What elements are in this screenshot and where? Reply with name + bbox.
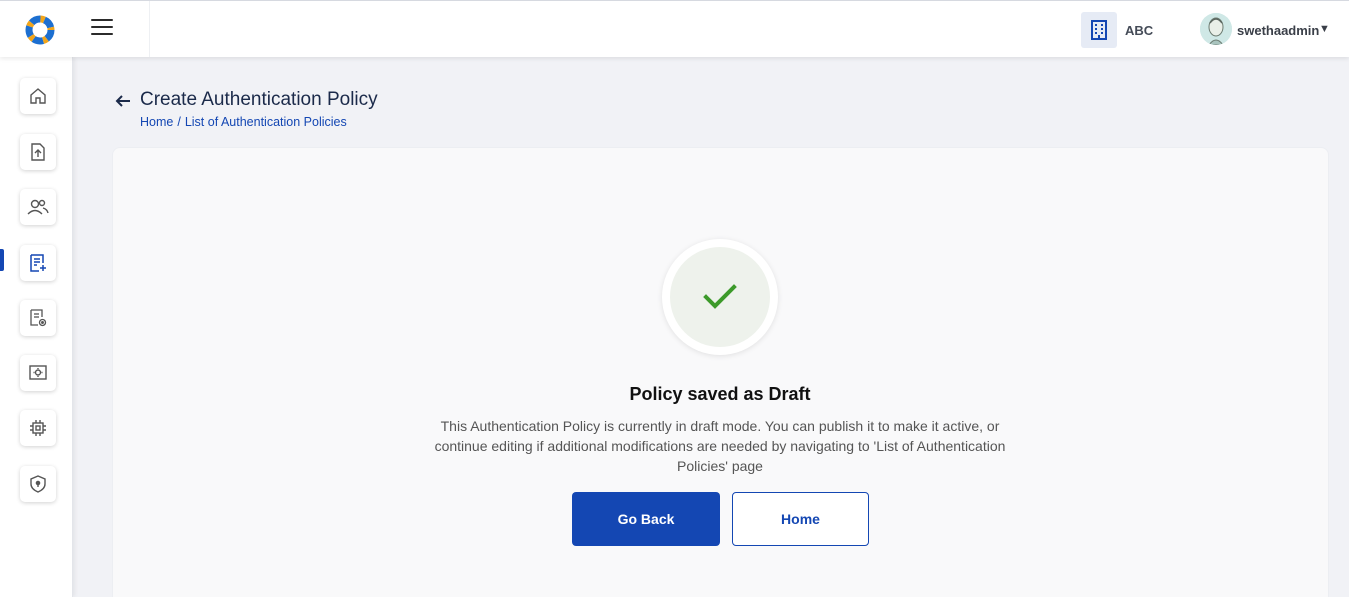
user-avatar[interactable]	[1200, 13, 1232, 45]
sidebar-item-screen-settings[interactable]	[20, 355, 56, 391]
app-logo[interactable]	[24, 14, 56, 46]
breadcrumb-policy-list[interactable]: List of Authentication Policies	[185, 115, 347, 129]
result-card	[112, 147, 1329, 597]
building-icon[interactable]	[1081, 12, 1117, 48]
chip-icon	[30, 420, 46, 436]
checkmark-icon	[703, 284, 737, 309]
active-indicator	[0, 249, 4, 271]
logo-area	[0, 1, 150, 57]
home-button[interactable]: Home	[732, 492, 869, 546]
screen-settings-icon	[29, 365, 47, 380]
policy-add-icon	[30, 254, 46, 272]
sidebar-item-home[interactable]	[20, 78, 56, 114]
breadcrumb-home[interactable]: Home	[140, 115, 173, 129]
policy-settings-icon	[30, 309, 47, 327]
success-indicator	[662, 239, 778, 355]
shield-lock-icon	[30, 475, 46, 493]
sidebar-item-security[interactable]	[20, 466, 56, 502]
breadcrumb: Home / List of Authentication Policies	[140, 115, 347, 129]
file-upload-icon	[31, 143, 45, 161]
result-title: Policy saved as Draft	[629, 384, 811, 404]
sidebar-item-users[interactable]	[20, 189, 56, 225]
sidebar-item-policy-add[interactable]	[20, 245, 56, 281]
users-icon	[27, 199, 49, 215]
home-icon	[30, 88, 46, 104]
sidebar	[0, 57, 73, 597]
top-header: ABC swethaadmin ▼	[0, 0, 1349, 57]
hamburger-menu-icon[interactable]	[91, 19, 113, 37]
back-arrow-icon[interactable]	[113, 91, 133, 111]
result-message: This Authentication Policy is currently …	[434, 418, 1006, 474]
org-name: ABC	[1125, 23, 1154, 38]
sidebar-item-chip[interactable]	[20, 410, 56, 446]
dropdown-caret-icon[interactable]: ▼	[1319, 23, 1330, 35]
breadcrumb-separator: /	[177, 115, 181, 129]
success-circle	[670, 247, 770, 347]
page-title: Create Authentication Policy	[140, 89, 378, 110]
sidebar-item-upload[interactable]	[20, 134, 56, 170]
go-back-button[interactable]: Go Back	[572, 492, 720, 546]
sidebar-item-policy-settings[interactable]	[20, 300, 56, 336]
username[interactable]: swethaadmin	[1237, 23, 1319, 38]
